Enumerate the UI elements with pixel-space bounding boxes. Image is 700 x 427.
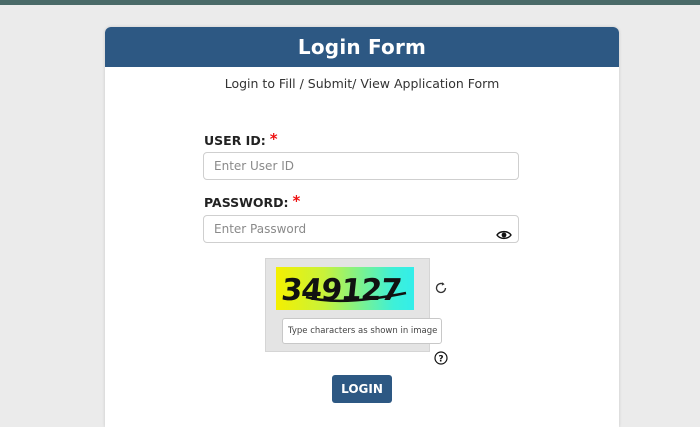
svg-text:?: ? [438,355,443,365]
refresh-icon[interactable] [434,281,448,295]
password-input[interactable] [203,215,519,243]
top-strip [0,0,700,5]
form-title: Login Form [297,35,427,59]
captcha-code: 349127 [280,273,403,308]
captcha-image: 349127 [276,267,414,310]
user-id-label: USER ID: [204,133,266,148]
captcha-input[interactable] [282,318,442,344]
login-card: Login Form Login to Fill / Submit/ View … [105,27,619,427]
password-required-mark: * [292,192,301,210]
captcha-panel: 349127 [265,258,447,352]
user-id-label-row: USER ID: * [204,130,278,149]
form-subtitle: Login to Fill / Submit/ View Application… [224,76,500,91]
password-label-row: PASSWORD: * [204,192,301,211]
card-header: Login Form [105,27,619,67]
password-label: PASSWORD: [204,195,289,210]
eye-icon[interactable] [496,229,512,241]
login-button[interactable]: LOGIN [332,375,392,403]
user-id-input[interactable] [203,152,519,180]
help-icon[interactable]: ? [434,351,448,365]
user-id-required-mark: * [269,130,278,148]
